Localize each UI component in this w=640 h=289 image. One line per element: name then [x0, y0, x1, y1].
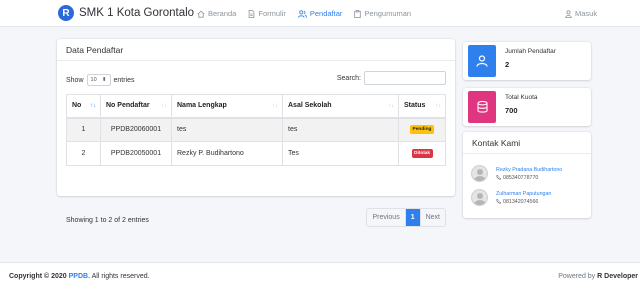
next-button[interactable]: Next [419, 209, 445, 226]
clipboard-icon [354, 9, 362, 18]
sort-icon: ↑↓ [161, 103, 167, 109]
nav-label: Pendaftar [309, 9, 343, 18]
column-header-asal-sekolah[interactable]: Asal Sekolah ↑↓ [282, 94, 399, 119]
avatar [471, 165, 488, 182]
powered-by-name: R Developer [597, 273, 638, 280]
file-icon [249, 9, 255, 18]
status-badge: Ditolak [411, 149, 433, 158]
sort-icon: ↑↓ [435, 103, 441, 109]
contact-item: Zulharman Paputungan 081342074566 [471, 189, 551, 206]
stat-label: Jumlah Pendaftar [505, 48, 556, 55]
pagination: Previous 1 Next [366, 208, 446, 227]
avatar [471, 189, 488, 206]
nav-label: Formulir [258, 9, 286, 18]
select-arrows-icon: ⬍ [101, 77, 107, 83]
brand-logo: R [58, 5, 74, 21]
card-title: Data Pendaftar [57, 39, 455, 61]
status-badge: Pending [410, 125, 434, 135]
phone-icon [496, 199, 501, 204]
page-1-button[interactable]: 1 [404, 209, 420, 226]
phone-icon [496, 175, 501, 180]
cell-asal: Tes [282, 141, 399, 166]
cell-no-pendaftar: PPDB20050001 [100, 141, 172, 166]
user-icon [476, 55, 488, 67]
database-icon [476, 101, 488, 113]
cell-no: 1 [66, 117, 101, 142]
contact-phone: 085340778770 [496, 175, 562, 181]
nav-menu: Beranda Formulir Pendaftar Pengumuman [197, 9, 423, 18]
nav-item-pendaftar[interactable]: Pendaftar [297, 9, 343, 18]
navbar: R SMK 1 Kota Gorontalo Beranda Formulir … [0, 0, 640, 27]
powered-prefix: Powered by [558, 273, 596, 280]
column-header-status[interactable]: Status ↑↓ [398, 94, 446, 119]
nav-item-pengumuman[interactable]: Pengumuman [354, 9, 411, 18]
login-link[interactable]: Masuk [565, 9, 597, 18]
show-label: Show [66, 76, 84, 84]
cell-status: Ditolak [398, 141, 446, 166]
footer: Copyright © 2020 PPDB. All rights reserv… [0, 262, 640, 289]
column-header-nama[interactable]: Nama Lengkap ↑↓ [171, 94, 283, 119]
nav-item-beranda[interactable]: Beranda [197, 9, 236, 18]
cell-no-pendaftar: PPDB20060001 [100, 117, 172, 142]
stat-label: Total Kuota [505, 94, 538, 101]
brand-name: SMK 1 Kota Gorontalo [79, 7, 195, 19]
stat-card-jumlah-pendaftar: Jumlah Pendaftar 2 [463, 42, 591, 80]
search-input[interactable] [364, 71, 446, 85]
copyright: Copyright © 2020 PPDB. All rights reserv… [9, 273, 150, 280]
table-search: Search: [337, 71, 446, 85]
cell-nama: tes [171, 117, 283, 142]
table-controls: Show 10 ⬍ entries Search: [66, 71, 446, 87]
cell-no: 2 [66, 141, 101, 166]
stat-value: 2 [505, 60, 510, 69]
entries-select[interactable]: 10 ⬍ [86, 74, 111, 86]
home-icon [197, 10, 205, 18]
brand[interactable]: R SMK 1 Kota Gorontalo [58, 5, 194, 21]
contact-name[interactable]: Rezky Pradana Budihartono [496, 167, 562, 173]
nav-item-formulir[interactable]: Formulir [248, 9, 286, 18]
cell-status: Pending [398, 117, 446, 142]
sort-icon: ↑↓ [388, 103, 394, 109]
cell-nama: Rezky P. Budihartono [171, 141, 283, 166]
stat-icon-box [468, 91, 496, 123]
powered-by: Powered by R Developer [558, 273, 638, 280]
contact-name[interactable]: Zulharman Paputungan [496, 191, 551, 197]
login-label: Masuk [575, 9, 598, 18]
table-header-row: No ↑↓ No Pendaftar ↑↓ Nama Lengkap ↑↓ Asal … [66, 94, 446, 119]
entries-length: Show 10 ⬍ entries [66, 74, 135, 86]
previous-button[interactable]: Previous [367, 209, 404, 226]
contact-item: Rezky Pradana Budihartono 085340778770 [471, 165, 562, 182]
entries-label: entries [113, 76, 135, 84]
nav-label: Pengumuman [364, 9, 412, 18]
contact-title: Kontak Kami [463, 132, 591, 154]
stat-card-total-kuota: Total Kuota 700 [463, 88, 591, 126]
stat-value: 700 [505, 106, 518, 115]
sort-icon: ↑↓ [272, 103, 278, 109]
applicants-table: No ↑↓ No Pendaftar ↑↓ Nama Lengkap ↑↓ Asal … [66, 94, 446, 166]
entries-value: 10 [90, 77, 97, 83]
cell-asal: tes [282, 117, 399, 142]
column-header-no-pendaftar[interactable]: No Pendaftar ↑↓ [100, 94, 172, 119]
stat-icon-box [468, 45, 496, 77]
contact-card: Kontak Kami Rezky Pradana Budihartono 08… [463, 132, 591, 218]
footer-brand-link[interactable]: PPDB. [69, 273, 90, 280]
table-row: 1 PPDB20060001 tes tes Pending [66, 117, 446, 142]
user-icon [565, 9, 572, 18]
column-header-no[interactable]: No ↑↓ [66, 94, 101, 119]
contact-phone: 081342074566 [496, 199, 551, 205]
sort-icon: ↑↓ [90, 103, 96, 109]
search-label: Search: [336, 74, 361, 82]
copyright-prefix: Copyright © 2020 [9, 273, 67, 280]
users-icon [297, 9, 307, 18]
table-info: Showing 1 to 2 of 2 entries [66, 217, 149, 224]
copyright-suffix: All rights reserved. [91, 273, 150, 280]
applicants-card: Data Pendaftar Show 10 ⬍ entries Search:… [57, 39, 455, 227]
nav-label: Beranda [208, 9, 237, 18]
table-row: 2 PPDB20050001 Rezky P. Budihartono Tes … [66, 141, 446, 166]
